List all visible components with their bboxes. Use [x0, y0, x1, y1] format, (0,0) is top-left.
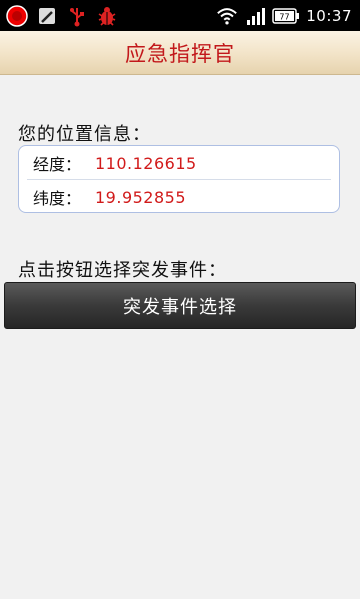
app-title: 应急指挥官 [125, 41, 235, 66]
bug-icon [96, 5, 118, 27]
latitude-row: 纬度： 19.952855 [19, 180, 339, 214]
signal-icon [244, 5, 266, 27]
select-event-button[interactable]: 突发事件选择 [4, 282, 356, 329]
notification-icons [6, 4, 118, 27]
app-title-bar: 应急指挥官 [0, 31, 360, 75]
event-section-label: 点击按钮选择突发事件： [18, 260, 227, 281]
longitude-label: 经度： [33, 155, 82, 174]
system-status-icons: 77 10:37 [216, 4, 352, 27]
status-bar: 77 10:37 [0, 0, 360, 31]
location-section-label: 您的位置信息： [18, 124, 151, 145]
latitude-label: 纬度： [33, 189, 82, 208]
usb-icon [66, 5, 88, 27]
clock: 10:37 [306, 6, 352, 25]
record-icon [6, 4, 28, 27]
battery-icon: 77 [272, 5, 300, 27]
sim-icon [36, 5, 58, 27]
location-card: 经度： 110.126615 纬度： 19.952855 [18, 145, 340, 213]
battery-level: 77 [280, 12, 290, 21]
longitude-row: 经度： 110.126615 [19, 146, 339, 180]
latitude-value: 19.952855 [95, 187, 187, 207]
longitude-value: 110.126615 [95, 153, 197, 173]
wifi-icon [216, 5, 238, 27]
